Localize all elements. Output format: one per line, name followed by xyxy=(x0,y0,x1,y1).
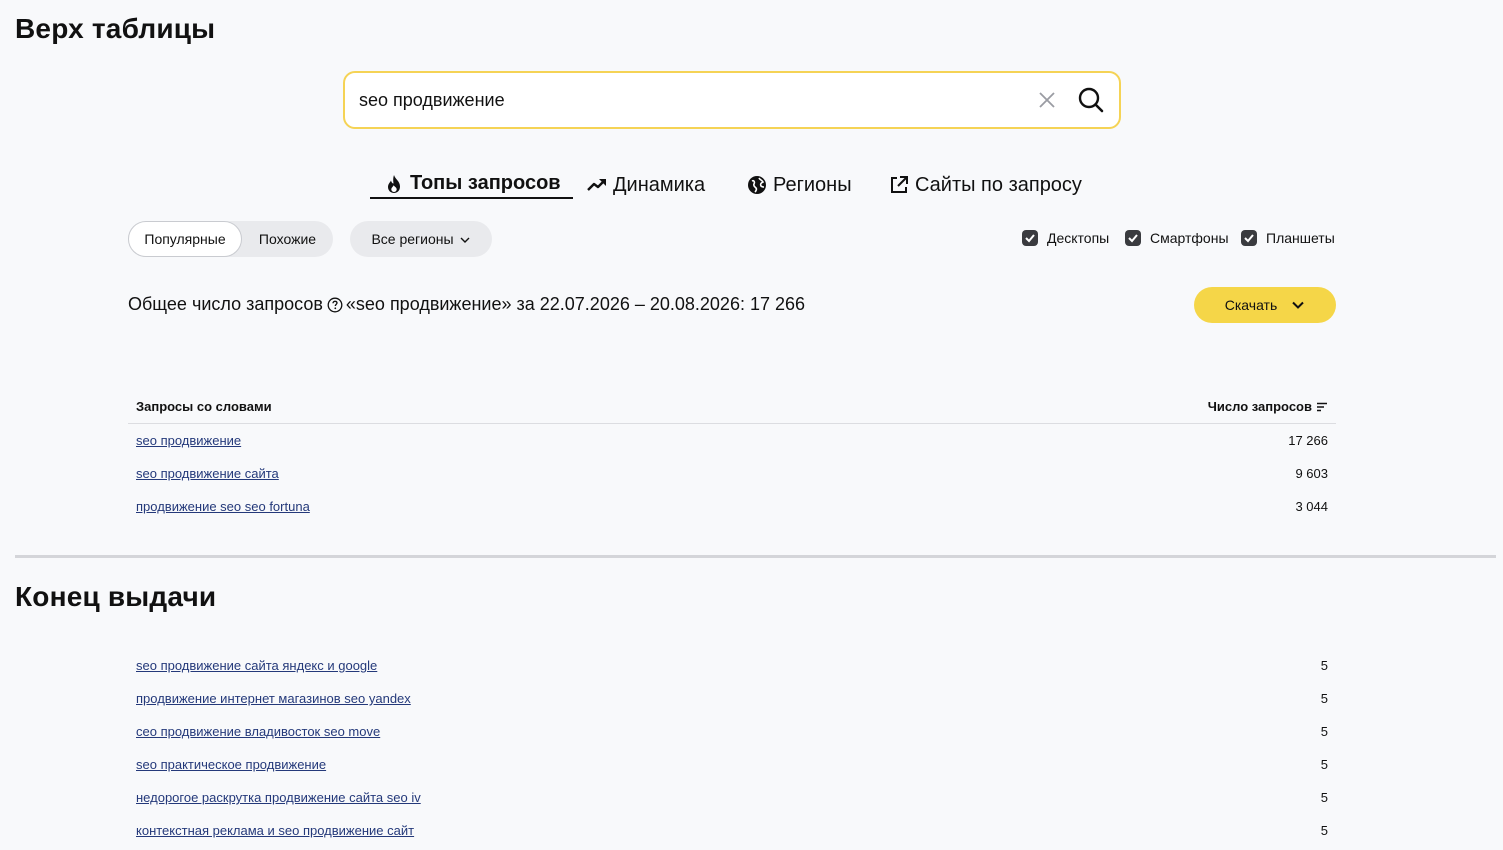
smartphones-checkbox[interactable]: Смартфоны xyxy=(1125,230,1229,246)
column-header-count-label: Число запросов xyxy=(1207,399,1312,414)
table-row: seo продвижение сайта 9 603 xyxy=(128,457,1336,490)
download-button[interactable]: Скачать xyxy=(1194,287,1336,323)
checkbox-checked-icon xyxy=(1125,230,1141,246)
download-label: Скачать xyxy=(1224,297,1278,313)
checkbox-checked-icon xyxy=(1241,230,1257,246)
query-link[interactable]: недорогое раскрутка продвижение сайта se… xyxy=(136,790,421,805)
table-row: продвижение интернет магазинов seo yande… xyxy=(128,682,1336,715)
query-count: 5 xyxy=(1320,724,1328,739)
desktops-label: Десктопы xyxy=(1047,230,1110,246)
tab-regions[interactable]: Регионы xyxy=(747,170,852,200)
query-link[interactable]: seo продвижение xyxy=(136,433,241,448)
query-link[interactable]: контекстная реклама и seo продвижение са… xyxy=(136,823,414,838)
external-link-icon xyxy=(889,175,909,195)
query-link[interactable]: продвижение интернет магазинов seo yande… xyxy=(136,691,411,706)
fire-icon xyxy=(384,174,404,194)
desktops-checkbox[interactable]: Десктопы xyxy=(1022,230,1109,246)
query-count: 5 xyxy=(1320,823,1328,838)
chevron-down-icon xyxy=(1291,298,1305,312)
tab-sites[interactable]: Сайты по запросу xyxy=(889,170,1082,200)
query-count: 5 xyxy=(1320,790,1328,805)
tab-tops[interactable]: Топы запросов xyxy=(370,170,573,199)
similar-button[interactable]: Похожие xyxy=(242,221,333,257)
query-count: 5 xyxy=(1320,658,1328,673)
query-link[interactable]: продвижение seo seo fortuna xyxy=(136,499,310,514)
query-count: 5 xyxy=(1320,691,1328,706)
end-section-heading: Конец выдачи xyxy=(15,581,217,612)
top-section-heading: Верх таблицы xyxy=(15,13,216,44)
globe-icon xyxy=(747,175,767,195)
smartphones-label: Смартфоны xyxy=(1150,230,1229,246)
chevron-down-icon xyxy=(459,233,471,245)
help-icon[interactable] xyxy=(327,297,343,313)
search-input[interactable] xyxy=(359,73,1019,127)
popular-similar-switch: Популярные Похожие xyxy=(128,221,333,257)
tablets-label: Планшеты xyxy=(1266,230,1335,246)
total-queries-summary: Общее число запросов «seo продвижение» з… xyxy=(128,294,805,315)
summary-text: «seo продвижение» за 22.07.2026 – 20.08.… xyxy=(345,294,806,314)
table-row: seo практическое продвижение 5 xyxy=(128,748,1336,781)
table-row: seo продвижение сайта яндекс и google 5 xyxy=(128,649,1336,682)
query-link[interactable]: seo продвижение сайта яндекс и google xyxy=(136,658,377,673)
table-row: контекстная реклама и seo продвижение са… xyxy=(128,814,1336,847)
table-row: seo продвижение 17 266 xyxy=(128,424,1336,457)
tab-dynamics-label: Динамика xyxy=(613,173,706,196)
column-header-count[interactable]: Число запросов xyxy=(1208,399,1328,414)
tablets-checkbox[interactable]: Планшеты xyxy=(1241,230,1335,246)
query-count: 3 044 xyxy=(1295,499,1328,514)
table-row: сео продвижение владивосток seo move 5 xyxy=(128,715,1336,748)
close-icon[interactable] xyxy=(1037,90,1057,110)
tab-regions-label: Регионы xyxy=(773,173,852,196)
query-count: 9 603 xyxy=(1295,466,1328,481)
region-dropdown-label: Все регионы xyxy=(371,231,454,247)
search-icon[interactable] xyxy=(1077,86,1105,114)
query-count: 5 xyxy=(1320,757,1328,772)
section-divider xyxy=(15,555,1496,558)
table-fade xyxy=(128,520,1336,536)
sort-icon xyxy=(1316,401,1328,413)
query-count: 17 266 xyxy=(1288,433,1328,448)
table-header: Запросы со словами Число запросов xyxy=(128,392,1336,424)
summary-prefix: Общее число запросов xyxy=(128,294,323,314)
trend-up-icon xyxy=(587,175,607,195)
query-link[interactable]: сео продвижение владивосток seo move xyxy=(136,724,380,739)
tab-sites-label: Сайты по запросу xyxy=(915,173,1082,196)
table-row: продвижение seo seo fortuna 3 044 xyxy=(128,490,1336,523)
search-box xyxy=(343,71,1121,129)
popular-button[interactable]: Популярные xyxy=(128,221,242,257)
region-dropdown[interactable]: Все регионы xyxy=(350,221,492,257)
tab-dynamics[interactable]: Динамика xyxy=(587,170,705,200)
query-link[interactable]: seo практическое продвижение xyxy=(136,757,326,772)
table-row: недорогое раскрутка продвижение сайта se… xyxy=(128,781,1336,814)
column-header-query: Запросы со словами xyxy=(136,399,272,414)
tab-tops-label: Топы запросов xyxy=(410,172,561,194)
query-link[interactable]: seo продвижение сайта xyxy=(136,466,279,481)
checkbox-checked-icon xyxy=(1022,230,1038,246)
